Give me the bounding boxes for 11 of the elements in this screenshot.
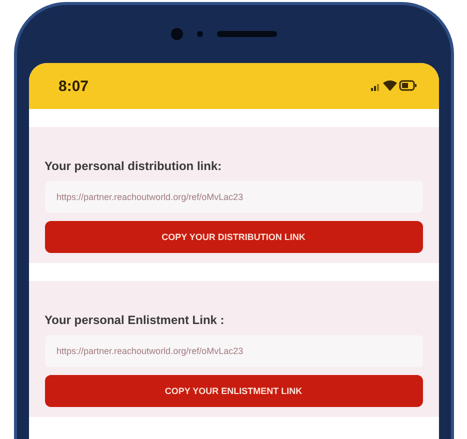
speaker-icon (216, 31, 276, 37)
status-icons-drawing (370, 79, 416, 93)
sensor-icon (196, 31, 202, 37)
link-field[interactable]: https://partner.reachoutworld.org/ref/oMvLac23 (44, 335, 422, 367)
link-label: Your personal Enlistment Link : (44, 313, 226, 327)
status-time: 8:07 (58, 78, 89, 94)
copy-link-button[interactable]: COPY YOUR DISTRIBUTION LINK (44, 221, 422, 253)
link-field[interactable]: https://partner.reachoutworld.org/ref/oMvLac23 (44, 181, 422, 213)
camera-icon (170, 28, 182, 40)
copy-link-button[interactable]: COPY YOUR ENLISTMENT LINK (44, 375, 422, 407)
link-label: Your personal distribution link: (44, 159, 223, 173)
